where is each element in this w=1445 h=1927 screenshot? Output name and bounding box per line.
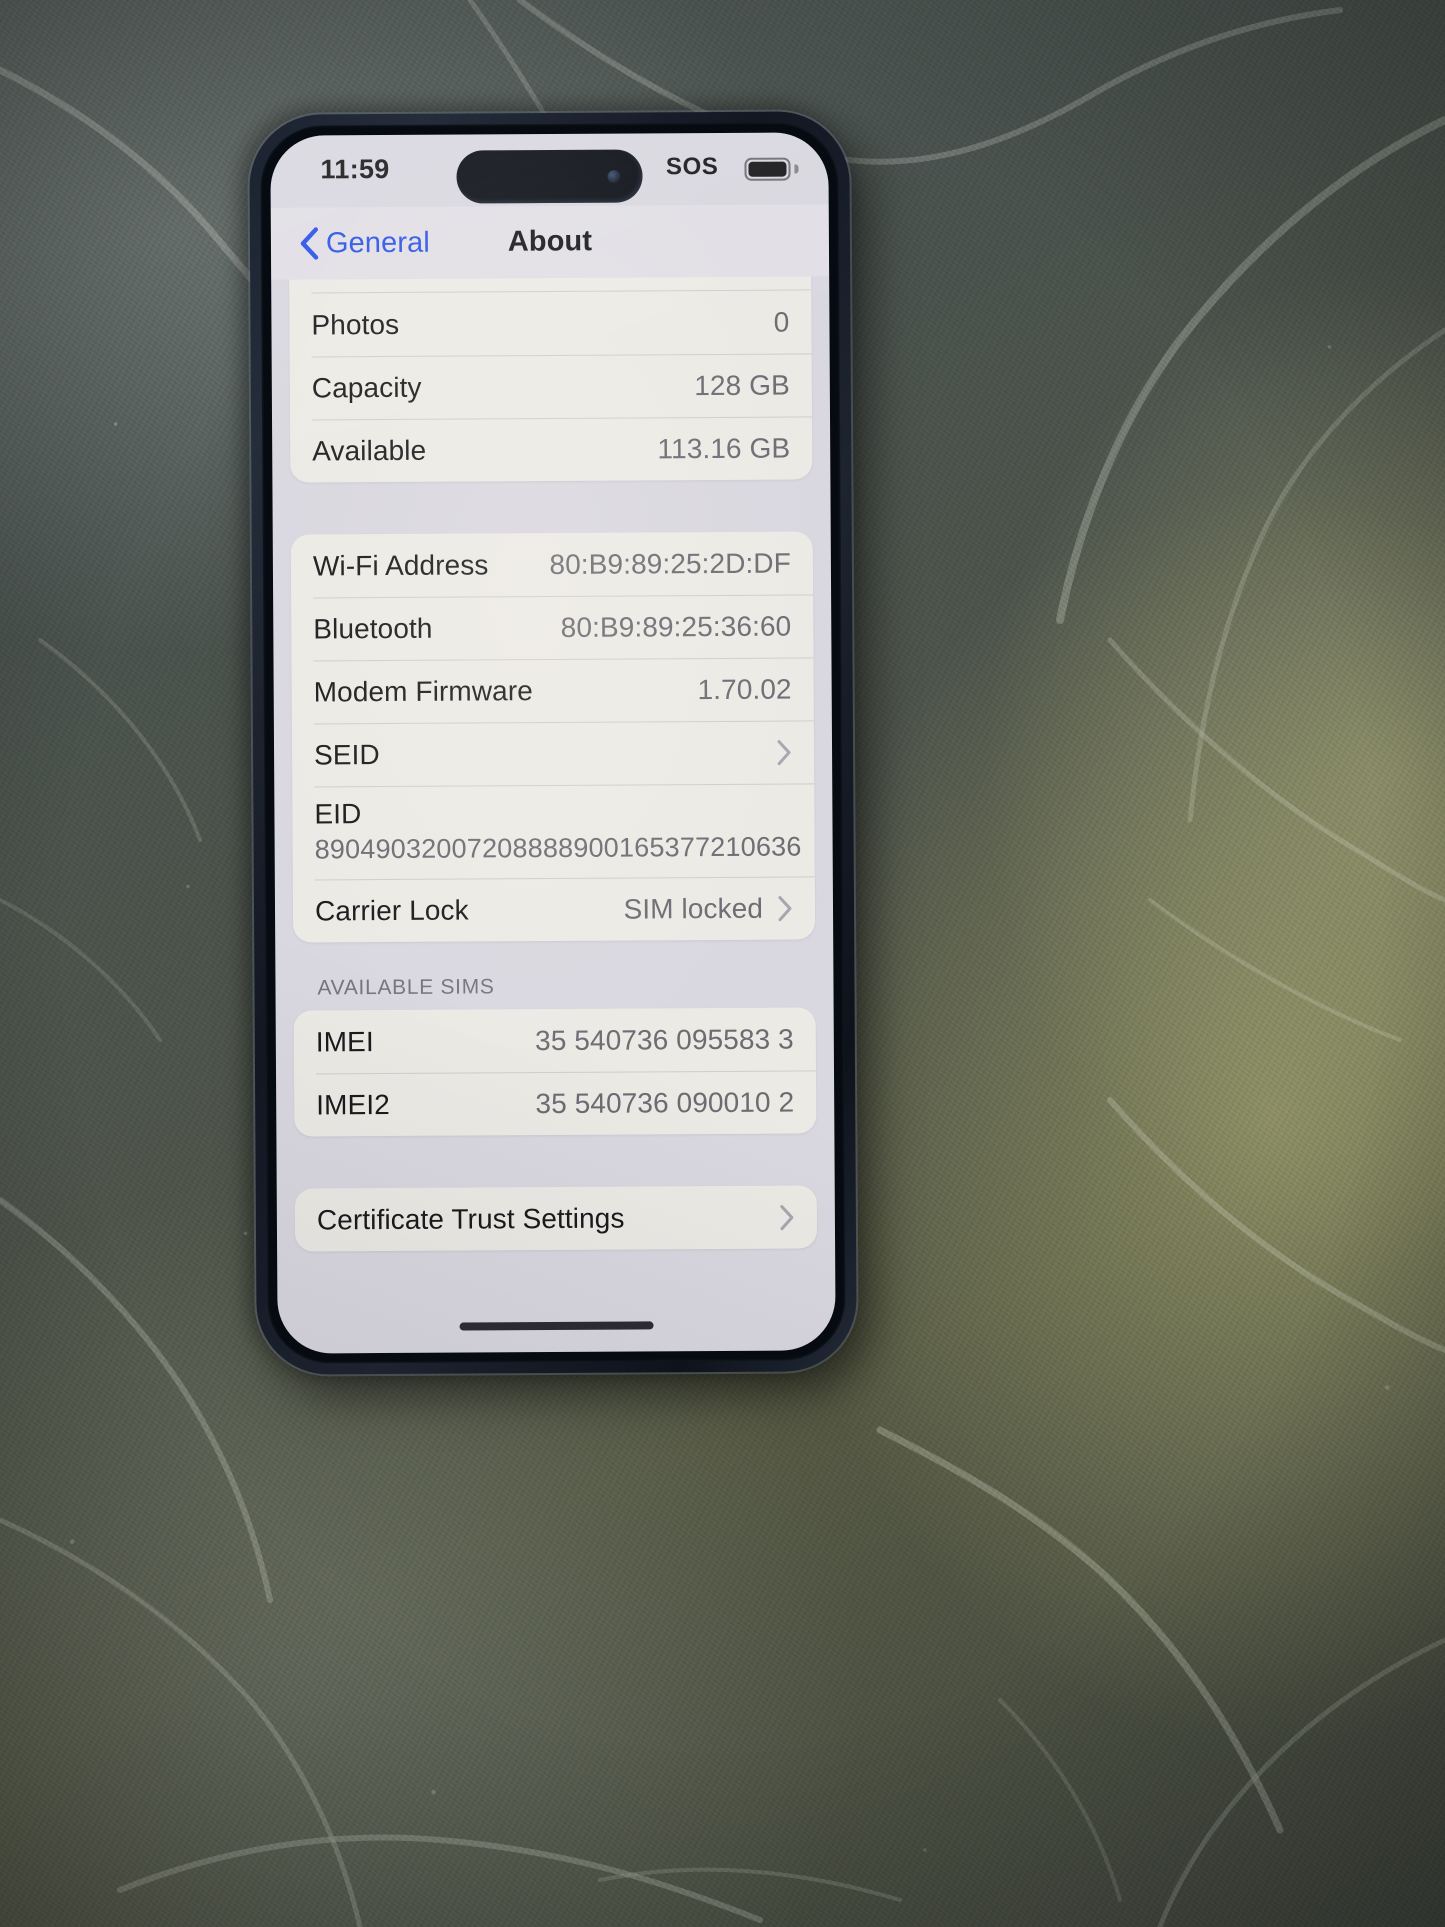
device-screen: 11:59 SOS General About Photos 0 Capacit… <box>270 132 836 1354</box>
certificate-group: Certificate Trust Settings <box>294 1185 818 1252</box>
row-label: SEID <box>313 738 380 770</box>
row-label: Capacity <box>311 371 422 403</box>
home-indicator[interactable] <box>459 1321 654 1331</box>
dynamic-island <box>456 149 643 204</box>
row-label: Carrier Lock <box>314 894 469 926</box>
row-value: SIM locked <box>623 892 764 925</box>
row-value: 113.16 GB <box>657 432 791 464</box>
row-value: 80:B9:89:25:2D:DF <box>549 547 791 580</box>
row-accessory: 35 540736 090010 2 <box>535 1086 794 1120</box>
row-accessory: 113.16 GB <box>657 432 790 465</box>
iphone-device: 11:59 SOS General About Photos 0 Capacit… <box>249 111 857 1375</box>
row-value: 0 <box>773 306 790 338</box>
row-accessory: 35 540736 095583 3 <box>535 1023 794 1057</box>
row-wi-fi-address: Wi-Fi Address 80:B9:89:25:2D:DF <box>291 531 813 597</box>
chevron-left-icon <box>300 227 319 260</box>
row-bluetooth: Bluetooth 80:B9:89:25:36:60 <box>291 594 813 660</box>
row-label: Certificate Trust Settings <box>316 1202 625 1235</box>
chevron-right-icon <box>778 895 792 921</box>
row-eid: EID 89049032007208888900165377210636 <box>292 783 815 879</box>
row-label: Modem Firmware <box>313 674 533 707</box>
back-button-general[interactable]: General <box>299 226 430 261</box>
row-label: Available <box>312 434 427 466</box>
device-identifiers-group: Wi-Fi Address 80:B9:89:25:2D:DF Bluetooth 8… <box>290 531 816 943</box>
row-label: Photos <box>311 308 400 340</box>
settings-list[interactable]: Photos 0 Capacity 128 GB Available 113.16 GB W… <box>271 276 836 1353</box>
row-seid[interactable]: SEID <box>292 720 814 786</box>
row-value: 35 540736 095583 3 <box>534 1023 794 1056</box>
row-accessory: SIM locked <box>623 892 793 925</box>
storage-group: Photos 0 Capacity 128 GB Available 113.16 GB <box>289 276 813 483</box>
row-imei: IMEI 35 540736 095583 3 <box>294 1007 816 1073</box>
battery-tip-icon <box>794 164 799 174</box>
status-bar-clock: 11:59 <box>320 153 390 185</box>
row-imei2: IMEI2 35 540736 090010 2 <box>294 1070 816 1136</box>
row-label: EID <box>314 798 362 830</box>
row-accessory <box>776 738 792 766</box>
chevron-right-icon <box>777 739 791 765</box>
back-button-label: General <box>325 226 430 259</box>
row-available: Available 113.16 GB <box>290 416 812 482</box>
row-accessory: 128 GB <box>694 369 790 402</box>
row-accessory: 0 <box>774 306 790 338</box>
chevron-right-icon <box>780 1204 794 1230</box>
device-bezel: 11:59 SOS General About Photos 0 Capacit… <box>260 122 846 1364</box>
row-value: 89049032007208888900165377210636 <box>314 831 802 865</box>
row-value: 128 GB <box>694 369 790 401</box>
row-label: Bluetooth <box>313 612 433 644</box>
front-camera-icon <box>607 169 621 183</box>
status-bar: 11:59 SOS <box>270 132 828 207</box>
row-capacity: Capacity 128 GB <box>290 353 812 419</box>
row-label: IMEI <box>315 1025 374 1057</box>
available-sims-group: IMEI 35 540736 095583 3 IMEI2 35 540736 090… <box>293 1007 817 1137</box>
row-accessory: 80:B9:89:25:2D:DF <box>549 547 791 580</box>
row-accessory <box>779 1203 795 1231</box>
row-accessory: 80:B9:89:25:36:60 <box>561 610 792 643</box>
navigation-bar: General About <box>270 204 830 280</box>
row-carrier-lock[interactable]: Carrier Lock SIM locked <box>293 876 815 942</box>
row-certificate-trust-settings[interactable]: Certificate Trust Settings <box>295 1185 817 1251</box>
battery-level-fill <box>748 161 787 177</box>
section-header-available-sims-group: AVAILABLE SIMS <box>317 975 495 1000</box>
row-label: IMEI2 <box>316 1088 390 1120</box>
row-value: 80:B9:89:25:36:60 <box>560 610 792 643</box>
row-photos: Photos 0 <box>289 290 811 356</box>
sos-indicator: SOS <box>665 152 719 181</box>
row-value: 35 540736 090010 2 <box>535 1086 795 1119</box>
page-title: About <box>507 225 593 258</box>
row-accessory: 1.70.02 <box>697 673 791 706</box>
row-value: 1.70.02 <box>697 673 792 705</box>
row-label: Wi-Fi Address <box>312 548 489 581</box>
row-modem-firmware: Modem Firmware 1.70.02 <box>291 657 813 723</box>
battery-icon <box>744 157 791 181</box>
